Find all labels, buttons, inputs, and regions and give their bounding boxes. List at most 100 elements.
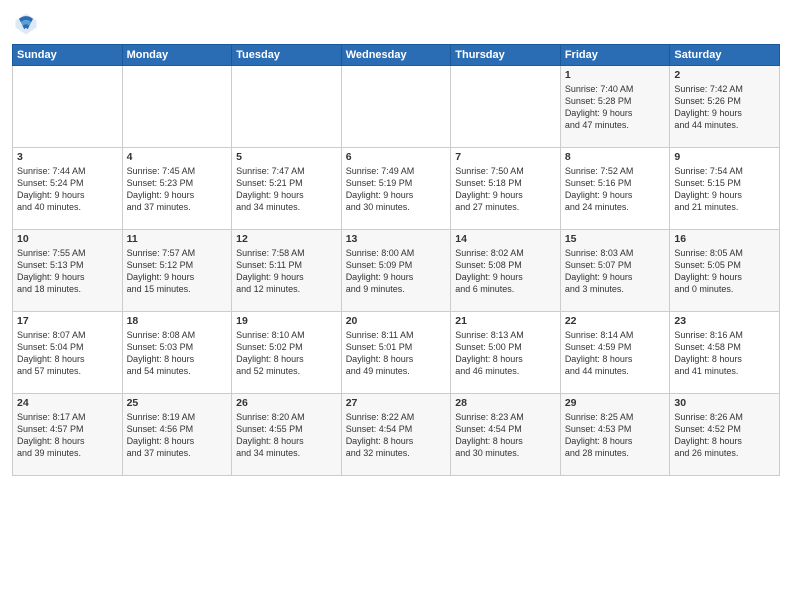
day-number: 4: [127, 151, 228, 163]
day-info: Sunrise: 7:52 AM Sunset: 5:16 PM Dayligh…: [565, 165, 666, 214]
day-number: 28: [455, 397, 556, 409]
calendar-cell: [13, 66, 123, 148]
day-number: 17: [17, 315, 118, 327]
calendar-cell: [122, 66, 232, 148]
day-info: Sunrise: 8:10 AM Sunset: 5:02 PM Dayligh…: [236, 329, 337, 378]
day-info: Sunrise: 8:17 AM Sunset: 4:57 PM Dayligh…: [17, 411, 118, 460]
calendar-week-4: 17 Sunrise: 8:07 AM Sunset: 5:04 PM Dayli…: [13, 312, 780, 394]
col-header-saturday: Saturday: [670, 45, 780, 66]
calendar-week-5: 24 Sunrise: 8:17 AM Sunset: 4:57 PM Dayli…: [13, 394, 780, 476]
day-info: Sunrise: 8:25 AM Sunset: 4:53 PM Dayligh…: [565, 411, 666, 460]
day-info: Sunrise: 7:49 AM Sunset: 5:19 PM Dayligh…: [346, 165, 447, 214]
day-number: 27: [346, 397, 447, 409]
calendar-cell: 19 Sunrise: 8:10 AM Sunset: 5:02 PM Dayli…: [232, 312, 342, 394]
calendar-cell: 10 Sunrise: 7:55 AM Sunset: 5:13 PM Dayli…: [13, 230, 123, 312]
day-number: 1: [565, 69, 666, 81]
day-info: Sunrise: 7:50 AM Sunset: 5:18 PM Dayligh…: [455, 165, 556, 214]
day-number: 24: [17, 397, 118, 409]
calendar-cell: 22Sunrise: 8:14 AM Sunset: 4:59 PM Dayli…: [560, 312, 670, 394]
day-number: 11: [127, 233, 228, 245]
calendar-cell: 29 Sunrise: 8:25 AM Sunset: 4:53 PM Dayli…: [560, 394, 670, 476]
day-number: 5: [236, 151, 337, 163]
calendar-cell: 30 Sunrise: 8:26 AM Sunset: 4:52 PM Dayli…: [670, 394, 780, 476]
day-number: 26: [236, 397, 337, 409]
day-info: Sunrise: 8:11 AM Sunset: 5:01 PM Dayligh…: [346, 329, 447, 378]
calendar-cell: 2 Sunrise: 7:42 AM Sunset: 5:26 PM Daylig…: [670, 66, 780, 148]
day-number: 13: [346, 233, 447, 245]
calendar-cell: 21 Sunrise: 8:13 AM Sunset: 5:00 PM Dayli…: [451, 312, 561, 394]
day-info: Sunrise: 8:03 AM Sunset: 5:07 PM Dayligh…: [565, 247, 666, 296]
calendar-cell: 8 Sunrise: 7:52 AM Sunset: 5:16 PM Daylig…: [560, 148, 670, 230]
day-number: 12: [236, 233, 337, 245]
logo: [12, 10, 44, 38]
calendar-cell: 14 Sunrise: 8:02 AM Sunset: 5:08 PM Dayli…: [451, 230, 561, 312]
day-info: Sunrise: 8:16 AM Sunset: 4:58 PM Dayligh…: [674, 329, 775, 378]
calendar-cell: 20 Sunrise: 8:11 AM Sunset: 5:01 PM Dayli…: [341, 312, 451, 394]
calendar-cell: 11 Sunrise: 7:57 AM Sunset: 5:12 PM Dayli…: [122, 230, 232, 312]
calendar-cell: 12 Sunrise: 7:58 AM Sunset: 5:11 PM Dayli…: [232, 230, 342, 312]
day-number: 15: [565, 233, 666, 245]
day-info: Sunrise: 8:07 AM Sunset: 5:04 PM Dayligh…: [17, 329, 118, 378]
day-number: 21: [455, 315, 556, 327]
day-info: Sunrise: 7:42 AM Sunset: 5:26 PM Dayligh…: [674, 83, 775, 132]
day-info: Sunrise: 7:54 AM Sunset: 5:15 PM Dayligh…: [674, 165, 775, 214]
day-number: 19: [236, 315, 337, 327]
calendar-cell: 24 Sunrise: 8:17 AM Sunset: 4:57 PM Dayli…: [13, 394, 123, 476]
calendar-cell: 15 Sunrise: 8:03 AM Sunset: 5:07 PM Dayli…: [560, 230, 670, 312]
calendar-cell: 25 Sunrise: 8:19 AM Sunset: 4:56 PM Dayli…: [122, 394, 232, 476]
calendar-cell: 3Sunrise: 7:44 AM Sunset: 5:24 PM Daylig…: [13, 148, 123, 230]
day-info: Sunrise: 7:40 AM Sunset: 5:28 PM Dayligh…: [565, 83, 666, 132]
day-number: 23: [674, 315, 775, 327]
day-info: Sunrise: 8:13 AM Sunset: 5:00 PM Dayligh…: [455, 329, 556, 378]
day-info: Sunrise: 8:08 AM Sunset: 5:03 PM Dayligh…: [127, 329, 228, 378]
calendar-cell: 26 Sunrise: 8:20 AM Sunset: 4:55 PM Dayli…: [232, 394, 342, 476]
col-header-wednesday: Wednesday: [341, 45, 451, 66]
day-number: 18: [127, 315, 228, 327]
day-info: Sunrise: 8:00 AM Sunset: 5:09 PM Dayligh…: [346, 247, 447, 296]
calendar-cell: 6Sunrise: 7:49 AM Sunset: 5:19 PM Daylig…: [341, 148, 451, 230]
day-number: 14: [455, 233, 556, 245]
calendar-cell: 23 Sunrise: 8:16 AM Sunset: 4:58 PM Dayli…: [670, 312, 780, 394]
calendar-cell: 7 Sunrise: 7:50 AM Sunset: 5:18 PM Daylig…: [451, 148, 561, 230]
calendar-header-row: SundayMondayTuesdayWednesdayThursdayFrid…: [13, 45, 780, 66]
day-info: Sunrise: 8:19 AM Sunset: 4:56 PM Dayligh…: [127, 411, 228, 460]
day-number: 30: [674, 397, 775, 409]
day-number: 7: [455, 151, 556, 163]
day-info: Sunrise: 8:26 AM Sunset: 4:52 PM Dayligh…: [674, 411, 775, 460]
calendar-cell: 4 Sunrise: 7:45 AM Sunset: 5:23 PM Daylig…: [122, 148, 232, 230]
col-header-sunday: Sunday: [13, 45, 123, 66]
calendar-cell: 1 Sunrise: 7:40 AM Sunset: 5:28 PM Daylig…: [560, 66, 670, 148]
day-number: 2: [674, 69, 775, 81]
calendar-cell: [232, 66, 342, 148]
calendar-cell: 17 Sunrise: 8:07 AM Sunset: 5:04 PM Dayli…: [13, 312, 123, 394]
day-info: Sunrise: 7:58 AM Sunset: 5:11 PM Dayligh…: [236, 247, 337, 296]
day-info: Sunrise: 8:02 AM Sunset: 5:08 PM Dayligh…: [455, 247, 556, 296]
day-info: Sunrise: 8:22 AM Sunset: 4:54 PM Dayligh…: [346, 411, 447, 460]
calendar-cell: [451, 66, 561, 148]
day-number: 25: [127, 397, 228, 409]
day-info: Sunrise: 7:55 AM Sunset: 5:13 PM Dayligh…: [17, 247, 118, 296]
header: [12, 10, 780, 38]
col-header-tuesday: Tuesday: [232, 45, 342, 66]
calendar-cell: 9 Sunrise: 7:54 AM Sunset: 5:15 PM Daylig…: [670, 148, 780, 230]
day-info: Sunrise: 7:44 AM Sunset: 5:24 PM Dayligh…: [17, 165, 118, 214]
day-info: Sunrise: 7:47 AM Sunset: 5:21 PM Dayligh…: [236, 165, 337, 214]
calendar-cell: 27 Sunrise: 8:22 AM Sunset: 4:54 PM Dayli…: [341, 394, 451, 476]
col-header-friday: Friday: [560, 45, 670, 66]
day-info: Sunrise: 8:05 AM Sunset: 5:05 PM Dayligh…: [674, 247, 775, 296]
day-info: Sunrise: 7:57 AM Sunset: 5:12 PM Dayligh…: [127, 247, 228, 296]
day-number: 8: [565, 151, 666, 163]
day-number: 29: [565, 397, 666, 409]
col-header-thursday: Thursday: [451, 45, 561, 66]
day-info: Sunrise: 8:14 AM Sunset: 4:59 PM Dayligh…: [565, 329, 666, 378]
day-number: 9: [674, 151, 775, 163]
day-info: Sunrise: 7:45 AM Sunset: 5:23 PM Dayligh…: [127, 165, 228, 214]
calendar-week-3: 10 Sunrise: 7:55 AM Sunset: 5:13 PM Dayli…: [13, 230, 780, 312]
day-number: 20: [346, 315, 447, 327]
day-number: 16: [674, 233, 775, 245]
day-number: 10: [17, 233, 118, 245]
day-info: Sunrise: 8:20 AM Sunset: 4:55 PM Dayligh…: [236, 411, 337, 460]
page: SundayMondayTuesdayWednesdayThursdayFrid…: [0, 0, 792, 612]
calendar-week-1: 1 Sunrise: 7:40 AM Sunset: 5:28 PM Daylig…: [13, 66, 780, 148]
calendar-cell: 16 Sunrise: 8:05 AM Sunset: 5:05 PM Dayli…: [670, 230, 780, 312]
